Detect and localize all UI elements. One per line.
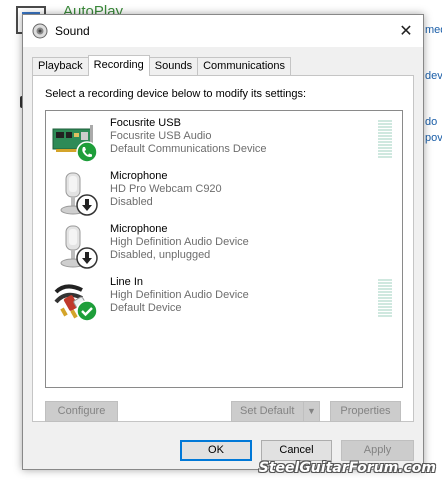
device-name: Microphone bbox=[110, 170, 168, 182]
device-name: Focusrite USB bbox=[110, 117, 181, 129]
device-item-focusrite-usb[interactable]: Focusrite USB Focusrite USB Audio Defaul… bbox=[46, 117, 402, 169]
tab-strip: Playback Recording Sounds Communications bbox=[32, 55, 292, 76]
watermark: SteelGuitarForum.com bbox=[258, 460, 436, 476]
device-text: Focusrite USB Focusrite USB Audio Defaul… bbox=[110, 117, 267, 156]
instruction-text: Select a recording device below to modif… bbox=[45, 88, 307, 100]
speaker-icon bbox=[32, 23, 48, 39]
device-description: High Definition Audio Device bbox=[110, 289, 249, 301]
background-fragment: do bbox=[425, 116, 438, 128]
tab-recording[interactable]: Recording bbox=[87, 55, 150, 76]
rca-cable-icon bbox=[52, 276, 98, 324]
apply-button[interactable]: Apply bbox=[341, 440, 414, 461]
level-meter bbox=[378, 279, 392, 317]
background-fragment: dev bbox=[425, 70, 442, 82]
recording-panel: Select a recording device below to modif… bbox=[32, 75, 414, 422]
down-arrow-badge-icon bbox=[76, 194, 98, 216]
background-fragment: medi bbox=[425, 24, 442, 36]
device-description: HD Pro Webcam C920 bbox=[110, 183, 222, 195]
close-button[interactable]: ✕ bbox=[389, 15, 423, 47]
ok-button[interactable]: OK bbox=[180, 440, 252, 461]
cancel-button[interactable]: Cancel bbox=[261, 440, 332, 461]
device-status: Disabled bbox=[110, 196, 153, 208]
device-description: High Definition Audio Device bbox=[110, 236, 249, 248]
device-status: Default Device bbox=[110, 302, 182, 314]
down-arrow-badge-icon bbox=[76, 247, 98, 269]
device-name: Line In bbox=[110, 276, 144, 288]
device-text: Line In High Definition Audio Device Def… bbox=[110, 276, 249, 315]
device-name: Microphone bbox=[110, 223, 168, 235]
tab-sounds[interactable]: Sounds bbox=[148, 57, 199, 76]
device-description: Focusrite USB Audio bbox=[110, 130, 212, 142]
check-badge-icon bbox=[76, 300, 98, 322]
device-status: Disabled, unplugged bbox=[110, 249, 211, 261]
tab-playback[interactable]: Playback bbox=[32, 57, 89, 76]
set-default-label: Set Default bbox=[240, 405, 295, 417]
title-bar[interactable]: Sound ✕ bbox=[23, 15, 423, 47]
sound-dialog: Sound ✕ Playback Recording Sounds Commun… bbox=[22, 14, 424, 470]
device-list[interactable]: Focusrite USB Focusrite USB Audio Defaul… bbox=[45, 110, 403, 388]
device-text: Microphone HD Pro Webcam C920 Disabled bbox=[110, 170, 222, 209]
set-default-button[interactable]: Set Default ▼ bbox=[231, 401, 320, 422]
phone-badge-icon bbox=[76, 141, 98, 163]
sound-card-icon bbox=[52, 117, 98, 165]
properties-button[interactable]: Properties bbox=[330, 401, 401, 422]
level-meter bbox=[378, 120, 392, 158]
device-item-line-in[interactable]: Line In High Definition Audio Device Def… bbox=[46, 276, 402, 328]
tab-communications[interactable]: Communications bbox=[197, 57, 292, 76]
chevron-down-icon[interactable]: ▼ bbox=[303, 402, 319, 421]
background-fragment: pov bbox=[425, 132, 442, 144]
microphone-icon bbox=[52, 170, 98, 218]
device-item-microphone-webcam[interactable]: Microphone HD Pro Webcam C920 Disabled bbox=[46, 170, 402, 222]
device-text: Microphone High Definition Audio Device … bbox=[110, 223, 249, 262]
microphone-icon bbox=[52, 223, 98, 271]
dialog-title: Sound bbox=[55, 24, 90, 38]
device-item-microphone-hd-audio[interactable]: Microphone High Definition Audio Device … bbox=[46, 223, 402, 275]
configure-button[interactable]: Configure bbox=[45, 401, 118, 422]
device-status: Default Communications Device bbox=[110, 143, 267, 155]
